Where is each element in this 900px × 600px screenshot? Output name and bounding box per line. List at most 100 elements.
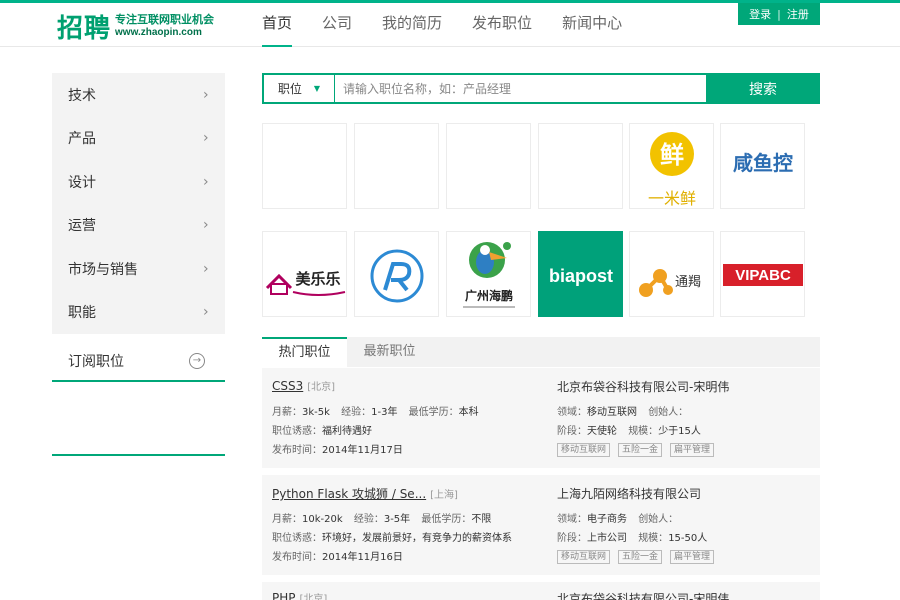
company-name-link[interactable]: 上海九陌网络科技有限公司 xyxy=(557,485,815,503)
company-tag: 扁平管理 xyxy=(670,443,715,457)
main-nav: 首页 公司 我的简历 发布职位 新闻中心 xyxy=(262,3,652,47)
company-tag: 五险一金 xyxy=(618,443,663,457)
category-sidebar: 技术 › 产品 › 设计 › 运营 › 市场与销售 › 职能 › 订阅职位 → xyxy=(52,73,225,456)
subscribe-jobs-button[interactable]: 订阅职位 → xyxy=(52,342,225,382)
login-link[interactable]: 登录 xyxy=(749,6,771,22)
chevron-right-icon: › xyxy=(203,130,209,147)
chevron-right-icon: › xyxy=(203,173,209,190)
meilele-logo-icon: 美乐乐 xyxy=(265,270,346,296)
svg-text:通羯: 通羯 xyxy=(675,275,701,290)
job-card: PHP [北京] 北京布袋谷科技有限公司-宋明伟 xyxy=(262,582,820,600)
category-label: 技术 xyxy=(68,87,96,104)
category-marketing-sales[interactable]: 市场与销售 › xyxy=(52,247,225,291)
logo-slogan: 专注互联网职业机会 xyxy=(115,13,215,26)
register-link[interactable]: 注册 xyxy=(787,6,809,22)
category-tech[interactable]: 技术 › xyxy=(52,73,225,117)
site-logo[interactable]: 招聘 专注互联网职业机会 www.zhaopin.com xyxy=(57,9,214,44)
company-info: 上海九陌网络科技有限公司 领域：电子商务 创始人： 阶段：上市公司 规模：15-… xyxy=(557,485,815,564)
job-title-link[interactable]: CSS3 xyxy=(272,379,303,393)
company-name-link[interactable]: 北京布袋谷科技有限公司-宋明伟 xyxy=(557,378,815,396)
header: 招聘 专注互联网职业机会 www.zhaopin.com 首页 公司 我的简历 … xyxy=(0,3,900,47)
job-title-link[interactable]: PHP xyxy=(272,591,296,600)
subscribe-label: 订阅职位 xyxy=(68,354,124,370)
company-logo-tile-empty[interactable] xyxy=(446,123,531,209)
company-tag: 扁平管理 xyxy=(670,550,715,564)
category-design[interactable]: 设计 › xyxy=(52,160,225,204)
search-bar: 职位 ▼ 搜索 xyxy=(262,73,820,104)
date-label: 发布时间： xyxy=(272,445,322,456)
company-logo-tile-empty[interactable] xyxy=(262,123,347,209)
job-city: [北京] xyxy=(307,382,336,393)
job-salary-line: 月薪：10k-20k 经验：3-5年 最低学历：不限 xyxy=(272,510,552,529)
tab-hot-jobs[interactable]: 热门职位 xyxy=(262,337,347,367)
tab-latest-jobs[interactable]: 最新职位 xyxy=(347,337,432,367)
education-label: 最低学历： xyxy=(421,514,472,525)
company-info: 北京布袋谷科技有限公司-宋明伟 领域：移动互联网 创始人： 阶段：天使轮 规模：… xyxy=(557,378,815,457)
job-perk-line: 职位诱惑：福利待遇好 xyxy=(272,422,552,441)
job-tabs: 热门职位 最新职位 xyxy=(262,337,820,367)
job-city: [上海] xyxy=(430,490,458,501)
svg-text:一米鲜: 一米鲜 xyxy=(648,189,696,208)
nav-companies[interactable]: 公司 xyxy=(322,3,352,47)
job-title-row: PHP [北京] xyxy=(272,590,552,600)
company-field-line: 领域：移动互联网 创始人： xyxy=(557,403,815,422)
nav-post-job[interactable]: 发布职位 xyxy=(472,3,532,47)
company-logo-guangzhou-haipeng[interactable]: 广州海鹏 xyxy=(446,231,531,317)
category-operations[interactable]: 运营 › xyxy=(52,204,225,248)
svg-text:biapost: biapost xyxy=(549,266,613,286)
company-tag: 移动互联网 xyxy=(557,550,611,564)
salary-label: 月薪： xyxy=(272,407,302,418)
company-stage-line: 阶段：上市公司 规模：15-50人 xyxy=(557,529,815,548)
search-type-dropdown[interactable]: 职位 ▼ xyxy=(264,75,335,102)
nav-news[interactable]: 新闻中心 xyxy=(562,3,622,47)
company-stage-line: 阶段：天使轮 规模：少于15人 xyxy=(557,422,815,441)
company-logo-xianyukong[interactable]: 咸鱼控 xyxy=(720,123,805,209)
company-logo-vipabc[interactable]: VIPABC xyxy=(720,231,805,317)
company-logo-tile-empty[interactable] xyxy=(354,123,439,209)
logo-sub: 专注互联网职业机会 www.zhaopin.com xyxy=(115,13,214,39)
sidebar-divider xyxy=(52,454,225,456)
nav-my-resume[interactable]: 我的简历 xyxy=(382,3,442,47)
svg-text:美乐乐: 美乐乐 xyxy=(295,270,340,288)
vipabc-logo-icon: VIPABC xyxy=(723,264,803,286)
company-logo-ar[interactable] xyxy=(354,231,439,317)
experience-label: 经验： xyxy=(341,407,372,418)
logo-url: www.zhaopin.com xyxy=(115,27,202,38)
stage-label: 阶段： xyxy=(557,426,587,437)
field-value: 电子商务 xyxy=(587,514,627,525)
experience-value: 1-3年 xyxy=(371,407,398,418)
search-type-value: 职位 xyxy=(277,82,302,96)
job-salary-line: 月薪：3k-5k 经验：1-3年 最低学历：本科 xyxy=(272,403,552,422)
company-logo-yimixian[interactable]: 鲜 一米鲜 xyxy=(629,123,714,209)
category-functions[interactable]: 职能 › xyxy=(52,291,225,335)
chevron-right-icon: › xyxy=(203,260,209,277)
stage-label: 阶段： xyxy=(557,533,587,544)
education-label: 最低学历： xyxy=(408,407,459,418)
yimixian-logo-icon: 鲜 一米鲜 xyxy=(648,132,696,208)
perk-value: 福利待遇好 xyxy=(322,426,372,437)
category-label: 运营 xyxy=(68,218,96,235)
ar-circle-logo-icon xyxy=(370,249,424,303)
company-logo-tile-empty[interactable] xyxy=(538,123,623,209)
education-value: 不限 xyxy=(471,514,492,525)
job-title-link[interactable]: Python Flask 攻城狮 / Se... xyxy=(272,485,426,502)
category-product[interactable]: 产品 › xyxy=(52,117,225,161)
search-input[interactable] xyxy=(335,75,706,102)
company-logo-tongjie[interactable]: 通羯 xyxy=(629,231,714,317)
tongjie-logo-icon: 通羯 xyxy=(639,269,701,297)
company-logo-biapost[interactable]: biapost xyxy=(538,231,623,317)
biapost-logo-icon: biapost xyxy=(549,266,613,286)
job-city: [北京] xyxy=(299,594,328,600)
job-info: PHP [北京] xyxy=(272,590,552,600)
search-button[interactable]: 搜索 xyxy=(706,73,820,104)
company-name-link[interactable]: 北京布袋谷科技有限公司-宋明伟 xyxy=(557,590,815,600)
company-logo-meilele[interactable]: 美乐乐 xyxy=(262,231,347,317)
job-perk-line: 职位诱惑：环境好，发展前景好，有竞争力的薪资体系 xyxy=(272,529,552,548)
scale-value: 15-50人 xyxy=(668,533,708,544)
scale-label: 规模： xyxy=(638,533,669,544)
scale-value: 少于15人 xyxy=(658,426,701,437)
logo-main-text: 招聘 xyxy=(57,13,112,44)
nav-home[interactable]: 首页 xyxy=(262,3,293,47)
perk-label: 职位诱惑： xyxy=(272,426,322,437)
category-label: 市场与销售 xyxy=(68,261,138,278)
